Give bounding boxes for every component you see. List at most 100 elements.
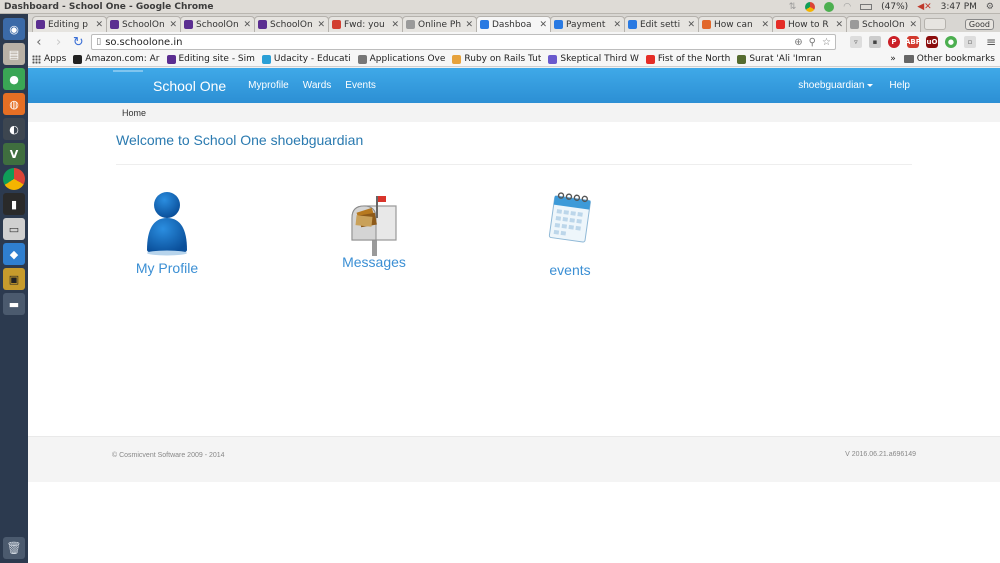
bookmarks-overflow-chevron-icon[interactable]: » [890,54,896,64]
page-info-icon[interactable]: ▯ [96,37,101,47]
battery-icon[interactable] [860,3,873,10]
bookmark-item[interactable]: Skeptical Third W [548,54,639,64]
tab-close-icon[interactable]: ✕ [909,20,917,30]
camera-ext-icon[interactable]: ▪ [868,36,881,48]
bookmark-item[interactable]: Udacity - Educati [261,54,351,64]
evernote-tray-icon[interactable] [824,1,835,12]
tab-close-icon[interactable]: ✕ [613,20,621,30]
chrome-menu-icon[interactable]: ≡ [986,35,996,49]
bookmark-item[interactable]: Editing site - Sim [166,54,255,64]
browser-toolbar: ‹ › ↻ ▯ so.schoolone.in ⊕ ⚲ ☆ ▿ ▪ P ABP … [28,32,1000,52]
tab-close-icon[interactable]: ✕ [317,20,325,30]
breadcrumb-home[interactable]: Home [122,108,146,118]
reload-icon[interactable]: ↻ [72,35,86,50]
nav-events[interactable]: Events [345,80,376,91]
ublock-icon[interactable]: uO [925,36,938,48]
user-menu-dropdown[interactable]: shoebguardian [798,80,874,91]
bookmark-item[interactable]: Applications Ove [357,54,445,64]
printer-icon[interactable]: ▭ [3,218,25,240]
extension-icons: ▿ ▪ P ABP uO ● ▫ [849,36,976,48]
tile-messages[interactable]: Messages [336,192,412,270]
files-icon[interactable]: ▤ [3,43,25,65]
new-tab-button[interactable] [924,18,946,30]
tab-close-icon[interactable]: ✕ [835,20,843,30]
dash-home-icon[interactable]: ◉ [3,18,25,40]
screenshot-icon[interactable]: ◐ [3,118,25,140]
browser-tab-8[interactable]: Payment ✕ [550,16,625,32]
browser-tab-12[interactable]: SchoolOn ✕ [846,16,921,32]
browser-tab-3[interactable]: SchoolOn ✕ [180,16,255,32]
trash-icon[interactable]: 🗑 [3,537,25,559]
brand-logo-line [113,69,143,72]
wifi-icon[interactable]: ◠ [843,2,851,12]
tile-my-profile[interactable]: My Profile [130,190,204,276]
browser-tab-4[interactable]: SchoolOn ✕ [254,16,329,32]
browser-tab-7[interactable]: Dashboa ✕ [476,16,551,32]
firefox-icon[interactable]: ◍ [3,93,25,115]
brand-link[interactable]: School One [113,69,226,94]
other-bookmarks[interactable]: Other bookmarks [903,54,995,64]
pinterest-icon[interactable]: P [887,36,900,48]
nav-help[interactable]: Help [889,80,910,91]
version-label: V 2016.06.21.a696149 [845,451,916,458]
tab-close-icon[interactable]: ✕ [539,20,547,30]
volume-muted-icon[interactable]: ◀✕ [917,2,931,12]
browser-tab-5[interactable]: Fwd: you ✕ [328,16,403,32]
bookmark-item[interactable]: Surat 'Ali 'Imran [737,54,822,64]
chrome-launcher-icon[interactable] [3,168,25,190]
mailbox-icon [351,196,397,256]
nav-myprofile[interactable]: Myprofile [248,80,289,91]
workspace-icon[interactable]: ▬ [3,293,25,315]
tile-my-profile-label[interactable]: My Profile [130,260,204,276]
back-arrow-icon[interactable]: ‹ [32,35,46,50]
tab-close-icon[interactable]: ✕ [391,20,399,30]
forward-arrow-icon[interactable]: › [52,35,66,50]
bookmark-item[interactable]: Fist of the North [645,54,730,64]
browser-tab-2[interactable]: SchoolOn ✕ [106,16,181,32]
browser-tab-10[interactable]: How can ✕ [698,16,773,32]
page-viewport: School One Myprofile Wards Events shoebg… [28,68,1000,563]
gear-icon[interactable]: ⚙ [986,2,994,12]
url-text[interactable]: so.schoolone.in [105,37,182,48]
clock[interactable]: 3:47 PM [941,2,977,12]
tab-close-icon[interactable]: ✕ [761,20,769,30]
tab-label: Editing p [48,19,88,30]
tile-messages-label[interactable]: Messages [336,254,412,270]
tab-favicon-icon [554,20,563,29]
nav-wards[interactable]: Wards [303,80,332,91]
tile-events-label[interactable]: events [541,262,599,278]
zoom-icon[interactable]: ⊕ [794,37,802,48]
extension-icon[interactable]: ▫ [963,36,976,48]
bookmark-label: Amazon.com: Ar [85,54,160,64]
bookmark-star-icon[interactable]: ☆ [822,37,831,48]
tab-close-icon[interactable]: ✕ [465,20,473,30]
browser-tab-6[interactable]: Online Ph ✕ [402,16,477,32]
presentation-icon[interactable]: ▣ [3,268,25,290]
battery-percentage: (47%) [881,1,909,12]
tab-close-icon[interactable]: ✕ [687,20,695,30]
vim-icon[interactable]: V [3,143,25,165]
ubuntu-app-icon[interactable]: ● [3,68,25,90]
key-icon[interactable]: ⚲ [809,37,816,48]
bookmark-item[interactable]: Apps [32,54,66,64]
bookmark-item[interactable]: Amazon.com: Ar [73,54,160,64]
profile-badge[interactable]: Good [964,19,994,30]
tab-close-icon[interactable]: ✕ [95,20,103,30]
tab-close-icon[interactable]: ✕ [169,20,177,30]
browser-tab-9[interactable]: Edit setti ✕ [624,16,699,32]
browser-tab-11[interactable]: How to R ✕ [772,16,847,32]
quran-icon [737,54,747,64]
chrome-tray-icon[interactable] [805,1,816,12]
bookmarks-bar: Apps Amazon.com: Ar Editing site - Sim Udac… [28,52,1000,67]
address-bar[interactable]: ▯ so.schoolone.in ⊕ ⚲ ☆ [91,34,836,50]
evernote-ext-icon[interactable]: ● [944,36,957,48]
pocket-icon[interactable]: ▿ [849,36,862,48]
bookmark-item[interactable]: Ruby on Rails Tut [452,54,541,64]
tab-label: SchoolOn [270,19,313,30]
browser-tab-1[interactable]: Editing p ✕ [32,16,107,32]
tab-close-icon[interactable]: ✕ [243,20,251,30]
dropbox-icon[interactable]: ◆ [3,243,25,265]
terminal-icon[interactable]: ▮ [3,193,25,215]
abp-icon[interactable]: ABP [905,36,921,48]
tile-events[interactable]: events [541,188,599,278]
